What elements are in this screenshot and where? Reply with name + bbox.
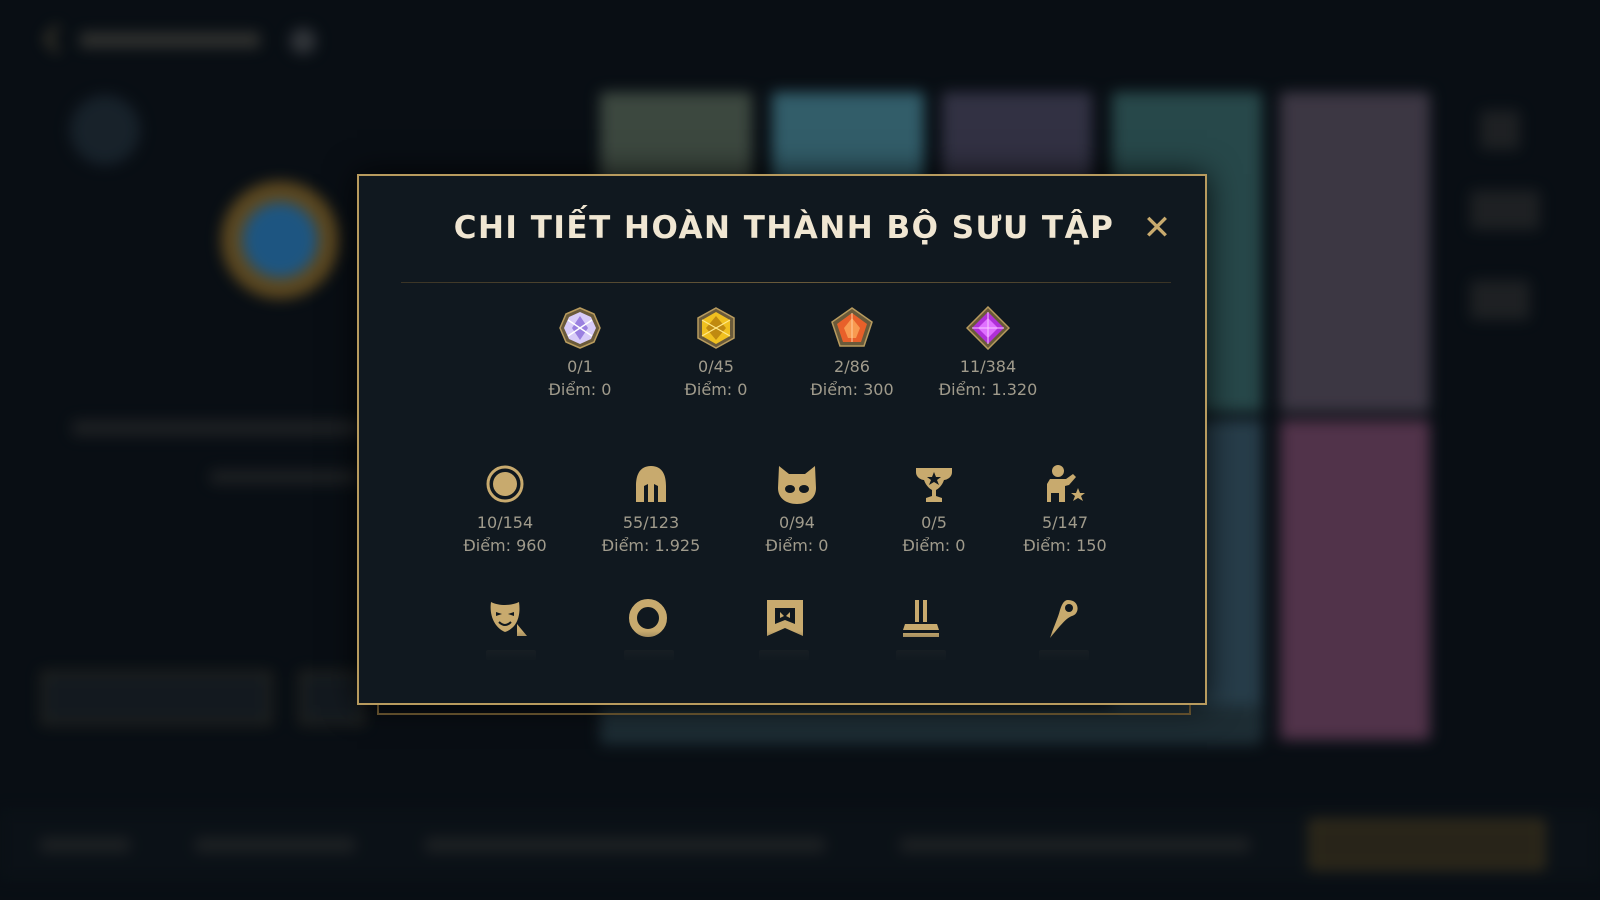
scroll-fade: [359, 631, 1205, 703]
trophy-icon: [912, 462, 956, 506]
stat-points: Điểm: 150: [1023, 536, 1107, 555]
stat-item-orange-gem: 2/86 Điểm: 300: [777, 306, 927, 402]
divider: [401, 282, 1171, 283]
stat-points: Điểm: 1.925: [601, 536, 701, 555]
stat-count: 11/384: [959, 357, 1017, 376]
stat-count: 0/94: [779, 513, 815, 532]
stat-points: Điểm: 0: [548, 380, 612, 399]
poro-icon: [775, 462, 819, 506]
summoner-icon: [483, 462, 527, 506]
emote-icon: [1043, 462, 1087, 506]
stat-item-gold-gem: 0/45 Điểm: 0: [641, 306, 791, 402]
orange-gem-icon: [830, 306, 874, 350]
stat-item-companions: 0/94 Điểm: 0: [722, 462, 872, 558]
stat-count: 55/123: [622, 513, 680, 532]
stat-points: Điểm: 0: [684, 380, 748, 399]
stat-item-white-gem: 0/1 Điểm: 0: [505, 306, 655, 402]
stat-count: 0/45: [698, 357, 734, 376]
stat-points: Điểm: 1.320: [938, 380, 1038, 399]
stat-points: Điểm: 0: [765, 536, 829, 555]
stat-count: 5/147: [1041, 513, 1089, 532]
stat-count: 0/5: [921, 513, 947, 532]
white-gem-icon: [558, 306, 602, 350]
stat-count: 10/154: [476, 513, 534, 532]
stat-item-trophies: 0/5 Điểm: 0: [859, 462, 1009, 558]
stat-item-emotes: 5/147 Điểm: 150: [990, 462, 1140, 558]
stat-item-summoner-icons: 10/154 Điểm: 960: [430, 462, 580, 558]
helmet-icon: [629, 462, 673, 506]
stat-count: 0/1: [567, 357, 593, 376]
stat-item-champions: 55/123 Điểm: 1.925: [576, 462, 726, 558]
close-button[interactable]: ✕: [1141, 210, 1173, 246]
stat-count: 2/86: [834, 357, 870, 376]
stat-points: Điểm: 960: [463, 536, 547, 555]
stat-points: Điểm: 0: [902, 536, 966, 555]
gold-gem-icon: [694, 306, 738, 350]
modal-title: CHI TIẾT HOÀN THÀNH BỘ SƯU TẬP: [453, 210, 1115, 246]
stat-points: Điểm: 300: [810, 380, 894, 399]
modal-frame-lip: [377, 705, 1191, 715]
stat-item-purple-gem: 11/384 Điểm: 1.320: [913, 305, 1063, 402]
purple-gem-icon: [965, 305, 1011, 351]
collection-details-modal: CHI TIẾT HOÀN THÀNH BỘ SƯU TẬP ✕ 0/1 Điể…: [357, 174, 1207, 705]
